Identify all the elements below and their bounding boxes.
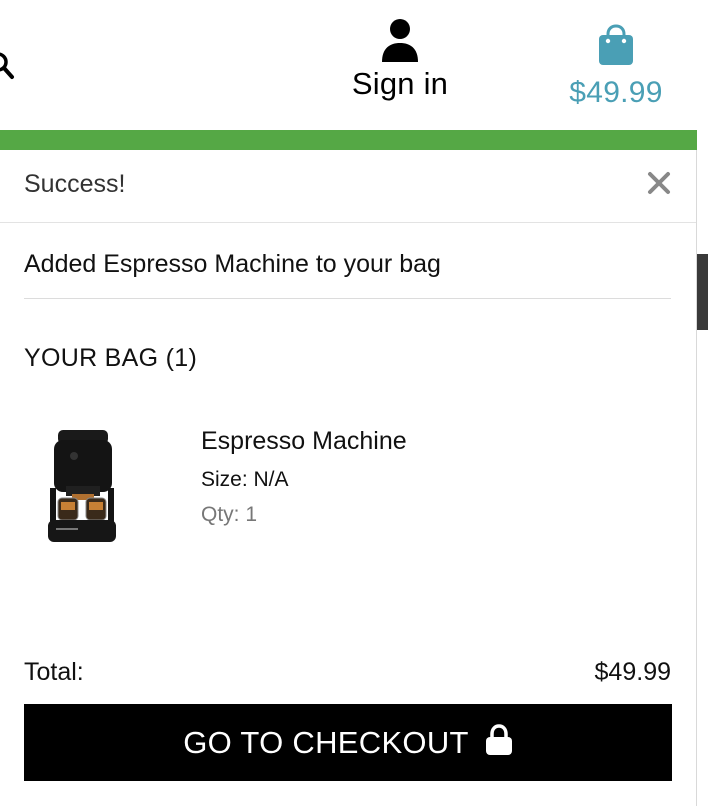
shopping-bag-icon bbox=[599, 24, 633, 65]
total-label: Total: bbox=[24, 658, 84, 686]
toast-header: Success! bbox=[0, 150, 696, 223]
checkout-label: GO TO CHECKOUT bbox=[183, 724, 469, 760]
page-edge bbox=[697, 130, 708, 806]
sign-in-label: Sign in bbox=[351, 66, 449, 101]
close-icon[interactable] bbox=[644, 168, 674, 198]
product-name[interactable]: Espresso Machine bbox=[201, 427, 407, 456]
success-bar bbox=[0, 130, 697, 150]
espresso-machine-image[interactable] bbox=[44, 428, 120, 546]
product-quantity: Qty: 1 bbox=[201, 503, 258, 526]
site-header: Sign in $49.99 bbox=[0, 0, 708, 130]
bag-heading: YOUR BAG (1) bbox=[24, 344, 198, 372]
user-icon bbox=[382, 19, 418, 62]
total-value: $49.99 bbox=[594, 658, 671, 686]
sign-in-link[interactable]: Sign in bbox=[340, 18, 460, 102]
checkout-button[interactable]: GO TO CHECKOUT bbox=[24, 704, 672, 781]
bag-toast: Success! Added Espresso Machine to your … bbox=[0, 150, 697, 806]
divider bbox=[24, 298, 671, 299]
page-scrollbar[interactable] bbox=[697, 254, 708, 330]
bag-total: $49.99 bbox=[569, 76, 663, 109]
toast-message: Added Espresso Machine to your bag bbox=[24, 250, 441, 278]
lock-icon bbox=[485, 724, 513, 761]
bag-link[interactable]: $49.99 bbox=[560, 24, 672, 110]
product-size: Size: N/A bbox=[201, 468, 289, 491]
toast-title: Success! bbox=[24, 170, 126, 198]
search-icon[interactable] bbox=[0, 50, 18, 84]
